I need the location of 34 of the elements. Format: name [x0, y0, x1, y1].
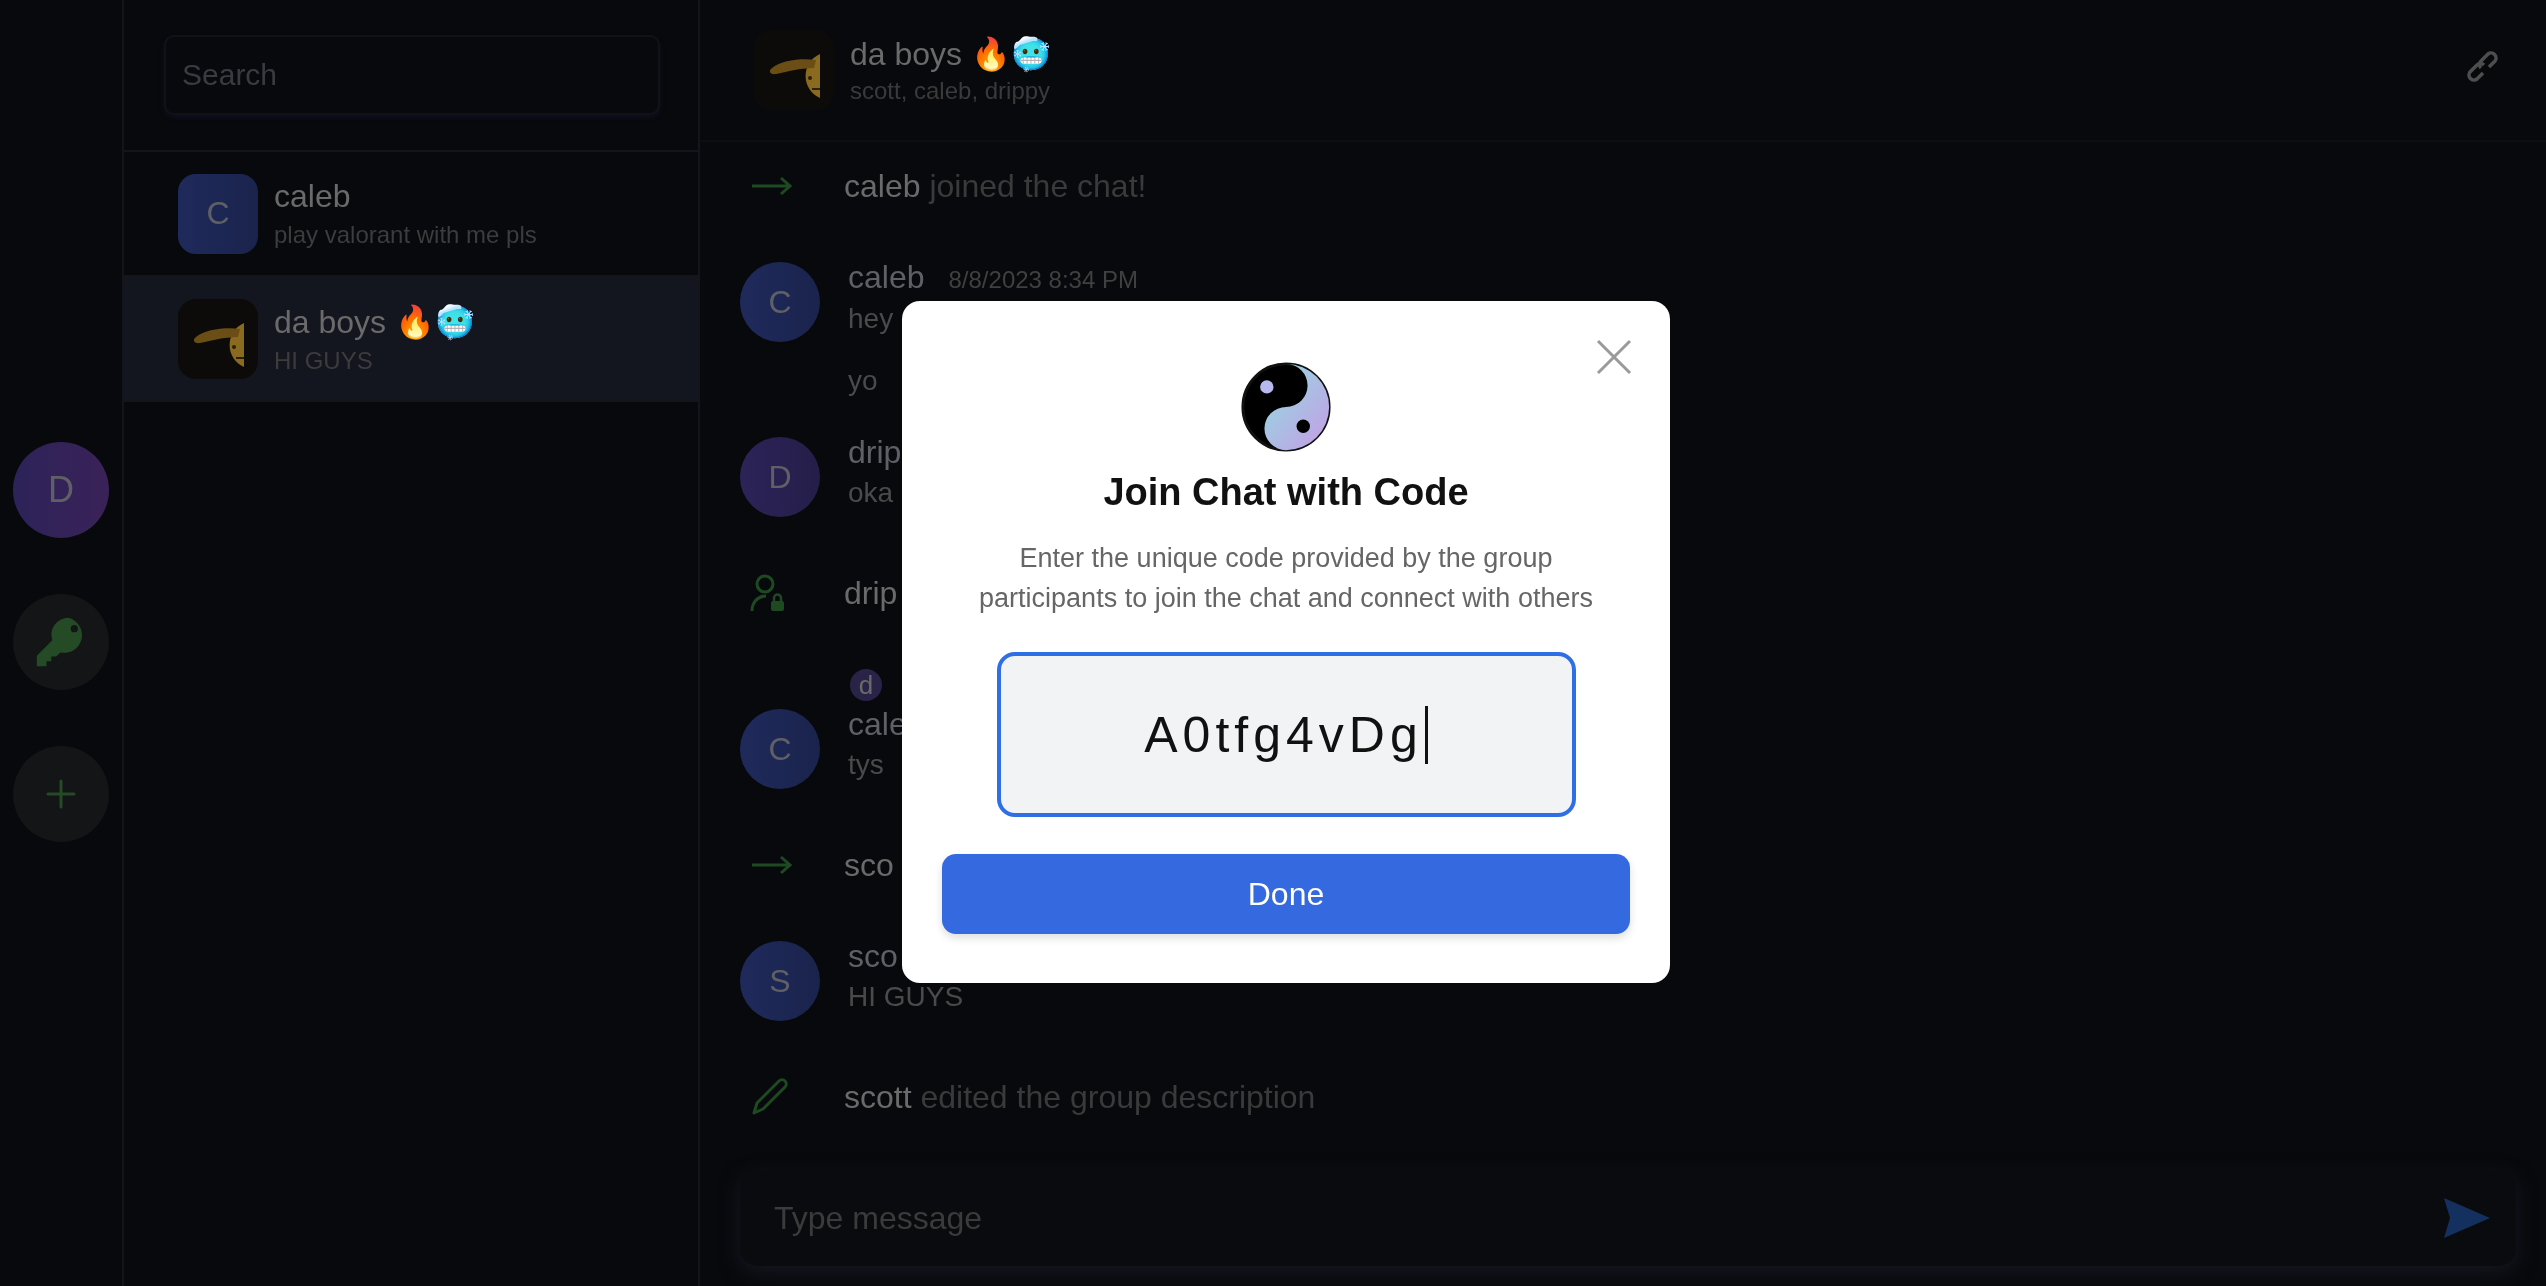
sender-name: sco	[848, 941, 898, 971]
message-text: yo	[848, 365, 879, 397]
event-text: sco	[844, 846, 894, 884]
arrow-icon	[750, 176, 794, 196]
avatar: S	[740, 941, 820, 1021]
message-text: tys	[848, 749, 885, 781]
message-text: hey	[848, 303, 895, 335]
close-icon	[1596, 339, 1632, 375]
message-time: 8/8/2023 8:34 PM	[948, 267, 1138, 293]
pencil-icon	[750, 1077, 790, 1117]
avatar: C	[740, 262, 820, 342]
yin-yang-icon	[1240, 361, 1332, 453]
avatar: D	[740, 437, 820, 517]
message-text: oka	[848, 477, 895, 509]
sender-name: caleb	[848, 262, 925, 292]
chat-name: caleb	[274, 178, 352, 215]
modal-title: Join Chat with Code	[1103, 471, 1469, 514]
close-button[interactable]	[1596, 339, 1632, 375]
message-text: HI GUYS	[848, 981, 964, 1013]
group-name: da boys 🔥🥶	[850, 35, 1051, 73]
code-field[interactable]: A0tfg4vDg	[996, 652, 1576, 817]
avatar: C	[740, 709, 820, 789]
plus-icon	[46, 779, 76, 809]
send-icon	[2442, 1196, 2492, 1240]
reaction-avatar: d	[850, 669, 882, 701]
done-button[interactable]: Done	[942, 854, 1630, 934]
avatar: C	[178, 173, 258, 254]
person-lock-icon	[750, 573, 786, 613]
modal-description: Enter the unique code provided by the group participants to join the chat and connect with others	[978, 542, 1594, 615]
chat-name: da boys 🔥🥶	[274, 302, 475, 341]
profile-avatar[interactable]: D	[13, 442, 109, 538]
event-text: drip	[844, 574, 898, 612]
arrow-icon	[750, 855, 794, 875]
send-button[interactable]	[2442, 1196, 2492, 1240]
